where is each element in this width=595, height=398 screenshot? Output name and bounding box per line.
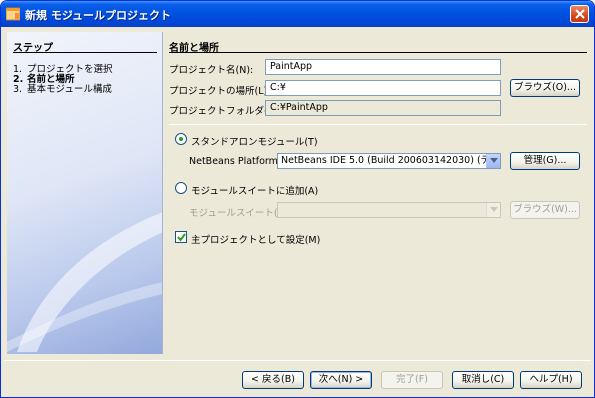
- cancel-button[interactable]: 取消し(C): [452, 371, 514, 389]
- module-suite-label: モジュールスイート(S):: [189, 208, 291, 219]
- decorative-swoosh: [7, 212, 162, 352]
- project-location-field[interactable]: C:¥: [265, 80, 501, 96]
- title-bar[interactable]: 新規 モジュールプロジェクト: [1, 1, 594, 27]
- close-icon: [575, 9, 585, 19]
- standalone-label[interactable]: スタンドアロンモジュール(T): [191, 134, 318, 148]
- steps-divider: [13, 52, 157, 53]
- window-title: 新規 モジュールプロジェクト: [25, 9, 172, 22]
- browse-suite-button[interactable]: ブラウズ(W)...: [510, 201, 580, 219]
- project-name-field[interactable]: PaintApp: [265, 59, 501, 75]
- dialog-window: 新規 モジュールプロジェクト ステップ 1. プロジェクトを選択 2. 名前と場所 …: [0, 0, 595, 398]
- next-button[interactable]: 次へ(N) >: [310, 371, 372, 389]
- step-number: 3.: [13, 84, 23, 95]
- project-name-label: プロジェクト名(N):: [169, 65, 254, 76]
- section-divider: [169, 52, 587, 53]
- step-item-3: 3. 基本モジュール構成: [13, 81, 112, 95]
- footer-divider: [4, 360, 591, 361]
- chevron-down-icon[interactable]: [486, 154, 500, 168]
- add-to-suite-radio[interactable]: [175, 182, 187, 194]
- netbeans-app-icon: [5, 7, 21, 21]
- module-suite-select[interactable]: [277, 202, 501, 218]
- main-panel: 名前と場所 プロジェクト名(N): PaintApp プロジェクトの場所(L):…: [169, 32, 587, 354]
- manage-platform-button[interactable]: 管理(G)...: [510, 152, 580, 170]
- main-project-label[interactable]: 主プロジェクトとして設定(M): [191, 232, 320, 246]
- back-button[interactable]: < 戻る(B): [242, 371, 304, 389]
- project-location-label: プロジェクトの場所(L):: [169, 86, 271, 97]
- add-to-suite-label[interactable]: モジュールスイートに追加(A): [191, 183, 318, 197]
- platform-select[interactable]: NetBeans IDE 5.0 (Build 200603142030) (デ…: [277, 153, 501, 169]
- main-project-checkbox[interactable]: [175, 231, 187, 243]
- platform-label: NetBeans Platform:: [189, 156, 282, 167]
- browse-location-button[interactable]: ブラウズ(O)...: [510, 79, 580, 97]
- step-label: 基本モジュール構成: [27, 84, 112, 95]
- close-button[interactable]: [570, 5, 589, 23]
- chevron-down-icon[interactable]: [486, 203, 500, 217]
- standalone-radio[interactable]: [175, 133, 187, 145]
- separator: [169, 124, 587, 125]
- checkmark-icon: [177, 233, 186, 242]
- steps-panel: ステップ 1. プロジェクトを選択 2. 名前と場所 3. 基本モジュール構成: [7, 32, 163, 354]
- help-button[interactable]: ヘルプ(H): [520, 371, 582, 389]
- finish-button[interactable]: 完了(F): [381, 371, 443, 389]
- platform-value: NetBeans IDE 5.0 (Build 200603142030) (デ…: [281, 155, 500, 166]
- dialog-body: ステップ 1. プロジェクトを選択 2. 名前と場所 3. 基本モジュール構成 名前と…: [4, 27, 591, 395]
- project-folder-field[interactable]: C:¥PaintApp: [265, 100, 501, 116]
